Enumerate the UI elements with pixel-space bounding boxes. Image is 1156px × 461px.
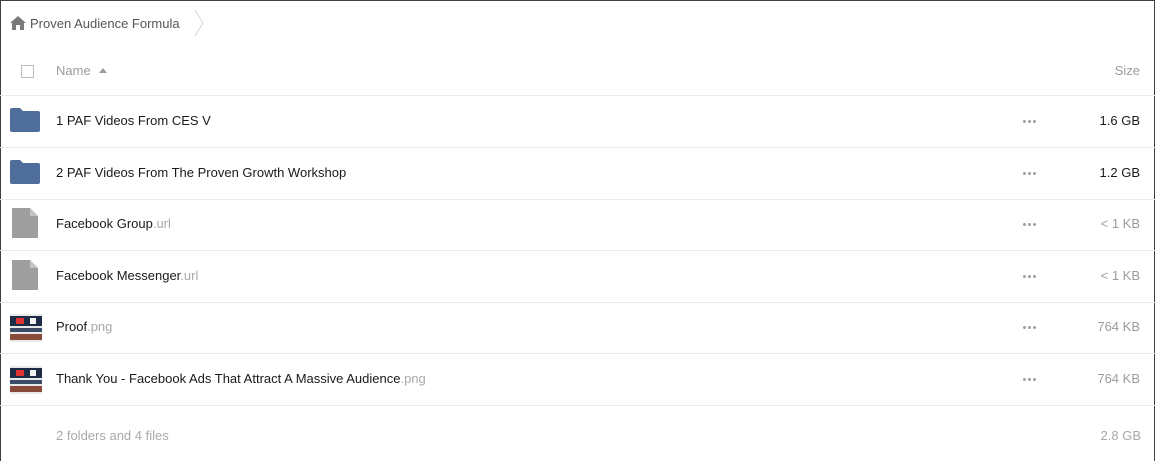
file-size: 764 KB [1097, 371, 1140, 386]
folder-summary: 2 folders and 4 files [56, 428, 169, 443]
file-name[interactable]: Proof.png [56, 319, 112, 334]
file-name-base: Facebook Messenger [56, 267, 181, 283]
total-size: 2.8 GB [1100, 428, 1141, 443]
more-options-icon[interactable] [1023, 120, 1036, 123]
file-name[interactable]: Facebook Group.url [56, 216, 171, 231]
file-size: 764 KB [1097, 319, 1140, 335]
file-size: < 1 KB [1100, 216, 1140, 232]
image-thumbnail [10, 314, 42, 343]
folder-icon [10, 159, 40, 189]
home-icon [10, 16, 26, 30]
file-name-base: 2 PAF Videos From The Proven Growth Work… [56, 164, 347, 180]
select-all-checkbox[interactable] [21, 65, 34, 78]
more-options-icon[interactable] [1023, 378, 1036, 381]
file-row[interactable]: Facebook Messenger.url < 1 KB [0, 251, 1155, 303]
name-column-label: Name [56, 63, 91, 78]
more-options-icon[interactable] [1023, 326, 1036, 330]
file-extension: .url [152, 216, 171, 232]
breadcrumb: Proven Audience Formula [10, 8, 204, 38]
size-column-header[interactable]: Size [1115, 63, 1140, 78]
file-icon [10, 208, 38, 243]
file-name[interactable]: Facebook Messenger.url [56, 268, 198, 283]
file-extension: .url [180, 267, 199, 283]
file-name[interactable]: Thank You - Facebook Ads That Attract A … [56, 371, 426, 386]
sort-ascending-icon [98, 68, 107, 73]
file-extension: .png [87, 319, 113, 335]
file-name[interactable]: 2 PAF Videos From The Proven Growth Work… [56, 165, 346, 180]
file-size: 1.6 GB [1099, 113, 1140, 128]
file-name[interactable]: 1 PAF Videos From CES V [56, 113, 211, 128]
file-row[interactable]: 1 PAF Videos From CES V 1.6 GB [0, 96, 1155, 148]
more-options-icon[interactable] [1023, 171, 1036, 175]
file-name-base: Proof [56, 319, 88, 335]
file-row[interactable]: Thank You - Facebook Ads That Attract A … [0, 354, 1155, 406]
more-options-icon[interactable] [1023, 274, 1036, 278]
file-size: < 1 KB [1100, 267, 1140, 283]
breadcrumb-label: Proven Audience Formula [30, 15, 180, 31]
file-row[interactable]: Facebook Group.url < 1 KB [0, 199, 1155, 252]
image-thumbnail [10, 366, 42, 394]
sort-by-name-header[interactable]: Name [56, 63, 107, 78]
file-row[interactable]: 2 PAF Videos From The Proven Growth Work… [0, 148, 1155, 200]
file-name-base: Facebook Group [56, 216, 153, 232]
file-name-base: Thank You - Facebook Ads That Attract A … [56, 371, 401, 386]
breadcrumb-current-folder[interactable]: Proven Audience Formula [10, 16, 180, 31]
folder-icon [10, 108, 40, 137]
file-name-base: 1 PAF Videos From CES V [56, 113, 211, 128]
file-icon [10, 259, 38, 295]
more-options-icon[interactable] [1023, 223, 1036, 227]
file-size: 1.2 GB [1099, 164, 1140, 180]
file-row[interactable]: Proof.png 764 KB [0, 302, 1155, 355]
file-extension: .png [400, 371, 426, 386]
chevron-right-icon [194, 9, 204, 37]
list-header: Name Size [0, 46, 1155, 96]
